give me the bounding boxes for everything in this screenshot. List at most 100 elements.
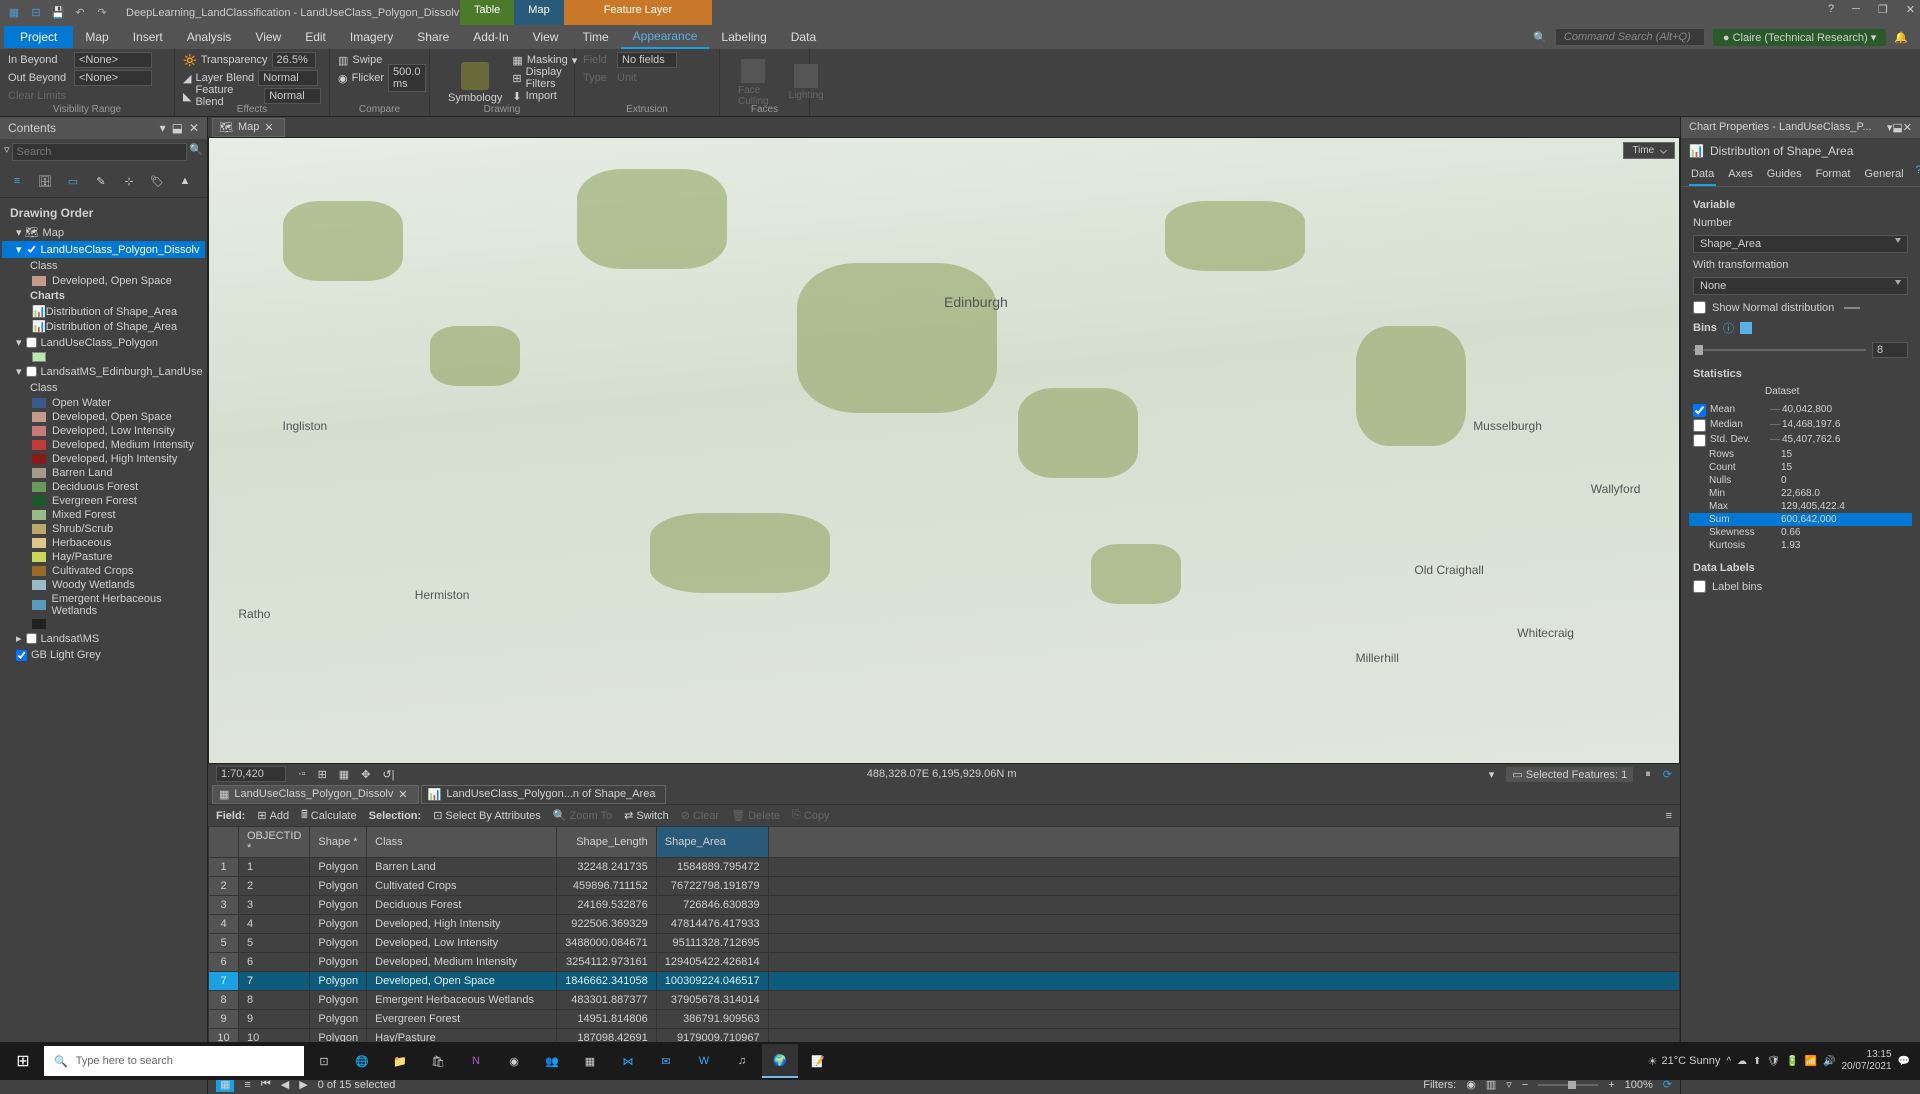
map-view[interactable]: Edinburgh Musselburgh Wallyford Whitecra… — [208, 137, 1680, 764]
stat-row[interactable]: Rows15 — [1693, 448, 1908, 461]
context-tab-table[interactable]: Table — [460, 0, 514, 25]
help-icon[interactable]: ? — [1916, 164, 1920, 186]
stat-row[interactable]: Mean—40,042,800 — [1693, 403, 1908, 418]
transparency-input[interactable]: 26.5% — [272, 52, 316, 68]
feature-blend-input[interactable]: Normal — [264, 88, 321, 104]
open-project-icon[interactable]: ⊟ — [27, 4, 45, 22]
map-tool-icon[interactable]: ⊞ — [318, 768, 327, 781]
chart-tab-format[interactable]: Format — [1814, 164, 1853, 186]
tab-appearance[interactable]: Appearance — [621, 25, 710, 49]
tray-icon[interactable]: ⬆ — [1753, 1056, 1761, 1067]
show-normal-checkbox[interactable] — [1693, 301, 1706, 314]
filter-icon[interactable]: ▿ — [4, 143, 10, 161]
user-badge[interactable]: ● Claire (Technical Research) ▾ — [1713, 29, 1886, 46]
maximize-icon[interactable]: ❐ — [1878, 3, 1888, 16]
minimize-icon[interactable]: ─ — [1852, 3, 1860, 16]
class-item[interactable]: Open Water — [2, 396, 205, 410]
layer-dissolv[interactable]: ▾LandUseClass_Polygon_Dissolv — [2, 241, 205, 258]
class-item[interactable]: Emergent Herbaceous Wetlands — [2, 592, 205, 618]
tray-icon[interactable]: 🔋 — [1786, 1056, 1798, 1067]
class-item[interactable]: Barren Land — [2, 466, 205, 480]
wifi-icon[interactable]: 📶 — [1805, 1056, 1817, 1067]
stat-row[interactable]: Min22,668.0 — [1693, 487, 1908, 500]
table-row[interactable]: 33PolygonDeciduous Forest24169.532876726… — [209, 896, 1680, 915]
class-item[interactable]: Developed, High Intensity — [2, 452, 205, 466]
volume-icon[interactable]: 🔊 — [1823, 1056, 1835, 1067]
import-button[interactable]: Import — [526, 90, 557, 102]
table-row[interactable]: 88PolygonEmergent Herbaceous Wetlands483… — [209, 991, 1680, 1010]
context-tab-feature-layer[interactable]: Feature Layer — [564, 0, 712, 25]
map-tool-icon[interactable]: ·▫ — [298, 768, 306, 780]
swipe-button[interactable]: Swipe — [352, 54, 382, 66]
tab-analysis[interactable]: Analysis — [175, 26, 244, 48]
class-item[interactable]: Developed, Low Intensity — [2, 424, 205, 438]
stat-row[interactable]: Median—14,468,197.6 — [1693, 418, 1908, 433]
explorer-icon[interactable]: 📁 — [382, 1044, 418, 1078]
tab-insert[interactable]: Insert — [121, 26, 175, 48]
tab-map[interactable]: Map — [73, 26, 120, 48]
map-view-tab[interactable]: 🗺 Map ✕ — [212, 118, 285, 137]
table-row[interactable]: 22PolygonCultivated Crops459896.71115276… — [209, 877, 1680, 896]
onenote-icon[interactable]: N — [458, 1044, 494, 1078]
class-item[interactable]: Woody Wetlands — [2, 578, 205, 592]
outlook-icon[interactable]: ✉ — [648, 1044, 684, 1078]
layer-basemap[interactable]: GB Light Grey — [2, 647, 205, 663]
notifications-icon[interactable]: 💬 — [1898, 1056, 1910, 1067]
scale-input[interactable]: 1:70,420 — [216, 766, 286, 782]
store-icon[interactable]: 🛍 — [420, 1044, 456, 1078]
class-item[interactable]: Mixed Forest — [2, 508, 205, 522]
notepad-icon[interactable]: 📝 — [800, 1044, 836, 1078]
class-item[interactable]: Hay/Pasture — [2, 550, 205, 564]
stat-row[interactable]: Nulls0 — [1693, 474, 1908, 487]
save-icon[interactable]: 💾 — [49, 4, 67, 22]
label-bins-checkbox[interactable] — [1693, 580, 1706, 593]
close-icon[interactable]: ✕ — [1906, 3, 1915, 16]
redo-icon[interactable]: ↷ — [93, 4, 111, 22]
itunes-icon[interactable]: ♫ — [724, 1044, 760, 1078]
table-tab-2[interactable]: 📊 LandUseClass_Polygon...n of Shape_Area — [421, 785, 667, 804]
list-perspective-icon[interactable]: ▲ — [174, 171, 196, 191]
refresh-icon[interactable]: ⟳ — [1663, 768, 1672, 781]
context-tab-map[interactable]: Map — [514, 0, 563, 25]
add-field-button[interactable]: ⊞ Add — [257, 809, 289, 822]
bins-input[interactable] — [1872, 342, 1908, 358]
attribute-table[interactable]: OBJECTID * Shape * Class Shape_Length Sh… — [208, 826, 1680, 1074]
start-button[interactable]: ⊞ — [4, 1044, 42, 1078]
layer-landsat[interactable]: ▾LandsatMS_Edinburgh_LandUse — [2, 363, 205, 380]
class-item[interactable]: Developed, Open Space — [2, 410, 205, 424]
layer-polygon[interactable]: ▾LandUseClass_Polygon — [2, 334, 205, 351]
tab-edit[interactable]: Edit — [293, 26, 338, 48]
tab-labeling[interactable]: Labeling — [709, 26, 778, 48]
tab-view[interactable]: View — [243, 26, 293, 48]
stat-row[interactable]: Std. Dev.—45,407,762.6 — [1693, 433, 1908, 448]
layer-blend-input[interactable]: Normal — [258, 70, 318, 86]
tab-time[interactable]: Time — [570, 26, 620, 48]
transform-dropdown[interactable]: None — [1693, 277, 1908, 295]
task-view-icon[interactable]: ⊡ — [306, 1044, 342, 1078]
list-editing-icon[interactable]: ✎ — [90, 171, 112, 191]
switch-button[interactable]: ⇄ Switch — [624, 809, 669, 822]
list-snapping-icon[interactable]: ⊹ — [118, 171, 140, 191]
stat-row[interactable]: Count15 — [1693, 461, 1908, 474]
table-row[interactable]: 44PolygonDeveloped, High Intensity922506… — [209, 915, 1680, 934]
new-project-icon[interactable]: ▦ — [5, 4, 23, 22]
notifications-icon[interactable]: 🔔 — [1894, 31, 1908, 44]
list-drawing-order-icon[interactable]: ≡ — [6, 171, 28, 191]
stat-row[interactable]: Max129,405,422.4 — [1693, 500, 1908, 513]
chart-node-2[interactable]: 📊 Distribution of Shape_Area — [2, 319, 205, 334]
map-node[interactable]: ▾ 🗺 Map — [2, 224, 205, 241]
list-source-icon[interactable]: 🗄 — [34, 171, 56, 191]
table-row[interactable]: 99PolygonEvergreen Forest14951.814806386… — [209, 1010, 1680, 1029]
show-selected-icon[interactable]: ≡ — [244, 1079, 250, 1091]
stat-row[interactable]: Kurtosis1.93 — [1693, 539, 1908, 552]
search-icon[interactable]: 🔍 — [189, 143, 203, 161]
edge-icon[interactable]: 🌐 — [344, 1044, 380, 1078]
tab-imagery[interactable]: Imagery — [338, 26, 405, 48]
masking-button[interactable]: Masking — [527, 54, 568, 66]
time-button[interactable]: Time — [1623, 142, 1675, 159]
word-icon[interactable]: W — [686, 1044, 722, 1078]
tab-view2[interactable]: View — [521, 26, 571, 48]
tray-icon[interactable]: 🛡 — [1767, 1056, 1780, 1067]
flicker-input[interactable]: 500.0 ms — [388, 64, 426, 92]
display-filters-button[interactable]: Display Filters — [526, 66, 578, 90]
